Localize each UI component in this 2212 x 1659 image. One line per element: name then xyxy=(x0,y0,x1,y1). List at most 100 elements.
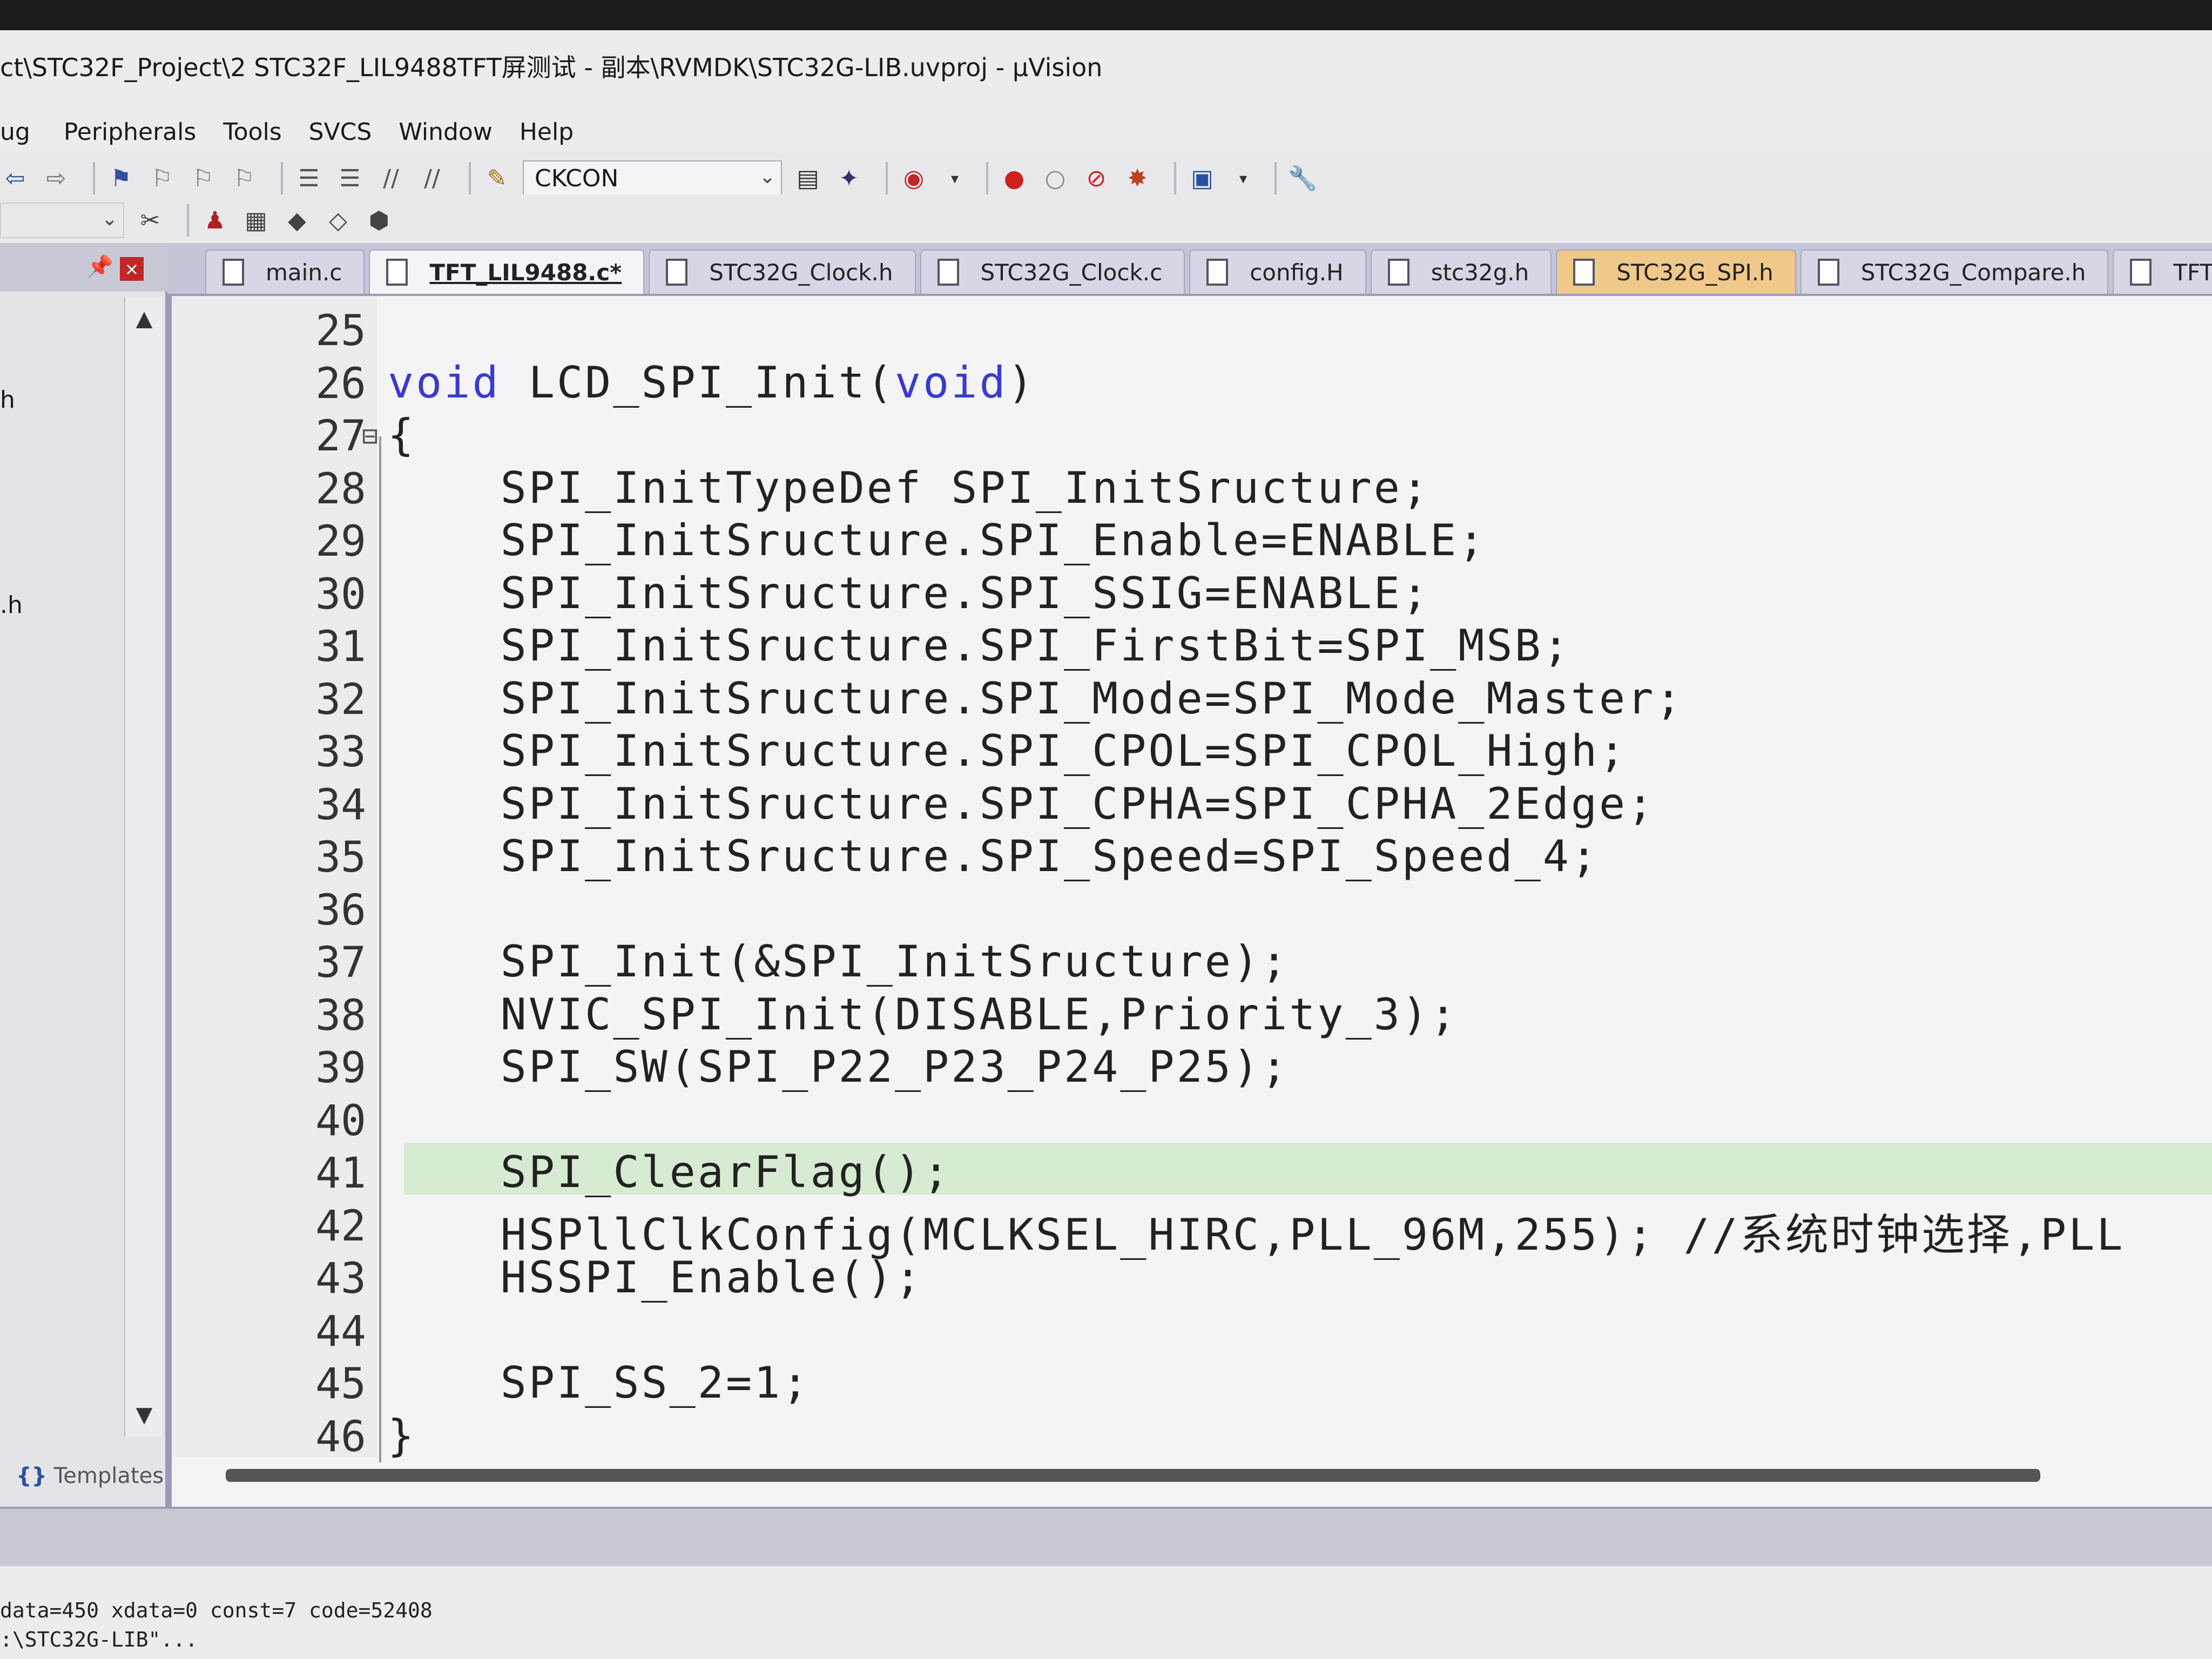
menu-help[interactable]: Help xyxy=(520,118,574,146)
code-line[interactable]: SPI_SW(SPI_P22_P23_P24_P25); xyxy=(388,1042,1289,1092)
toolbar-separator xyxy=(886,162,888,194)
line-number: 31 xyxy=(315,623,366,671)
line-number: 29 xyxy=(315,517,366,566)
document-icon xyxy=(386,259,408,286)
tab-stc32g-clock-h[interactable]: STC32G_Clock.h xyxy=(649,249,916,294)
code-line[interactable]: SPI_InitSructure.SPI_FirstBit=SPI_MSB; xyxy=(388,621,1571,671)
editor-tab-bar: main.c TFT_LIL9488.c* STC32G_Clock.h STC… xyxy=(167,243,2212,294)
run-time-env-icon[interactable]: ⬢ xyxy=(364,205,394,235)
uncomment-icon[interactable]: // xyxy=(417,163,447,193)
chevron-down-icon[interactable]: ⌄ xyxy=(102,208,118,230)
breakpoint-disable-all-icon[interactable]: ⊘ xyxy=(1081,163,1111,193)
tab-config-h[interactable]: config.H xyxy=(1189,249,1366,294)
window-title: ct\STC32F_Project\2 STC32F_LIL9488TFT屏测试… xyxy=(0,53,1103,82)
window-layout-icon[interactable]: ▣ xyxy=(1187,163,1217,193)
pin-icon[interactable]: 📌 xyxy=(86,254,113,279)
line-number: 38 xyxy=(315,992,366,1040)
menu-tools[interactable]: Tools xyxy=(223,118,281,146)
code-line[interactable]: SPI_InitSructure.SPI_CPHA=SPI_CPHA_2Edge… xyxy=(388,779,1655,829)
chevron-down-icon[interactable]: ⌄ xyxy=(759,166,775,188)
comment-icon[interactable]: // xyxy=(376,163,406,193)
tab-main-c[interactable]: main.c xyxy=(205,249,365,294)
tab-stc32g-h[interactable]: stc32g.h xyxy=(1370,249,1552,294)
code-line[interactable]: void LCD_SPI_Init(void) xyxy=(388,358,1036,408)
code-line[interactable]: SPI_ClearFlag(); xyxy=(388,1147,951,1197)
code-line[interactable]: SPI_InitSructure.SPI_Enable=ENABLE; xyxy=(388,515,1486,565)
document-icon xyxy=(1387,259,1410,286)
toolbar-separator xyxy=(93,162,95,194)
document-icon xyxy=(937,259,959,286)
bookmark-prev-icon[interactable]: ⚐ xyxy=(147,163,177,193)
scroll-down-icon[interactable]: ▼ xyxy=(125,1393,163,1437)
menu-window[interactable]: Window xyxy=(399,118,493,146)
unindent-icon[interactable]: ☰ xyxy=(335,163,365,193)
tab-tft-lil9488-c[interactable]: TFT_LIL9488.c* xyxy=(369,249,645,294)
code-block-bar xyxy=(379,436,381,1462)
nav-forward-icon[interactable]: ⇨ xyxy=(41,163,71,193)
line-number: 41 xyxy=(315,1149,366,1198)
line-number: 40 xyxy=(315,1097,366,1145)
breakpoint-insert-icon[interactable]: ● xyxy=(999,163,1029,193)
code-line[interactable]: SPI_SS_2=1; xyxy=(388,1358,810,1408)
code-line[interactable]: } xyxy=(388,1411,416,1461)
manage-components-icon[interactable]: ♟ xyxy=(200,205,230,235)
screen-bezel xyxy=(0,0,2212,30)
target-options-icon[interactable]: ✂ xyxy=(135,205,165,235)
line-number: 45 xyxy=(315,1360,366,1408)
code-line[interactable]: NVIC_SPI_Init(DISABLE,Priority_3); xyxy=(388,989,1458,1040)
line-number: 42 xyxy=(315,1202,366,1251)
code-line[interactable]: SPI_Init(&SPI_InitSructure); xyxy=(388,936,1289,987)
browse-icon[interactable]: ✦ xyxy=(834,163,864,193)
templates-tab[interactable]: {} Templates xyxy=(16,1464,164,1488)
bookmark-clear-icon[interactable]: ⚐ xyxy=(229,163,259,193)
menu-svcs[interactable]: SVCS xyxy=(309,118,372,146)
target-combo[interactable]: CKCON ⌄ xyxy=(523,160,782,196)
document-icon xyxy=(1573,259,1595,286)
code-line[interactable]: SPI_InitSructure.SPI_Speed=SPI_Speed_4; xyxy=(388,831,1599,881)
tab-tft-lil9488-h[interactable]: TFT_LIL9488 xyxy=(2113,249,2212,294)
keyword: void xyxy=(388,358,501,408)
project-target-select[interactable]: ⌄ xyxy=(0,203,124,238)
configure-wrench-icon[interactable]: 🔧 xyxy=(1287,163,1318,193)
templates-icon: {} xyxy=(16,1464,47,1488)
close-icon[interactable]: × xyxy=(120,257,144,281)
project-panel-scrollbar[interactable]: ▲ ▼ xyxy=(124,297,162,1437)
project-tree-item[interactable]: h xyxy=(0,386,15,414)
chevron-down-icon[interactable]: ▾ xyxy=(1228,163,1258,193)
toolbar-separator xyxy=(187,204,189,237)
file-extensions-icon[interactable]: ▦ xyxy=(241,205,271,235)
breakpoint-enable-icon[interactable]: ○ xyxy=(1040,163,1070,193)
line-number: 39 xyxy=(315,1044,366,1092)
editor-horizontal-scrollbar[interactable] xyxy=(226,1469,2040,1482)
line-number: 33 xyxy=(315,728,366,777)
line-number: 30 xyxy=(315,570,366,619)
tab-stc32g-compare-h[interactable]: STC32G_Compare.h xyxy=(1800,249,2109,294)
tab-stc32g-clock-c[interactable]: STC32G_Clock.c xyxy=(920,249,1185,294)
manage-packs-icon[interactable]: ◇ xyxy=(323,205,353,235)
indent-icon[interactable]: ☰ xyxy=(294,163,324,193)
select-packs-icon[interactable]: ◆ xyxy=(282,205,312,235)
line-number: 36 xyxy=(315,886,366,935)
menu-debug[interactable]: ug xyxy=(0,118,30,146)
code-line[interactable]: SPI_InitSructure.SPI_CPOL=SPI_CPOL_High; xyxy=(388,726,1627,776)
find-in-files-icon[interactable]: ✎ xyxy=(482,163,512,193)
bookmark-toggle-icon[interactable]: ⚑ xyxy=(106,163,136,193)
code-line[interactable]: SPI_InitSructure.SPI_SSIG=ENABLE; xyxy=(388,568,1430,618)
nav-back-icon[interactable]: ⇦ xyxy=(0,163,30,193)
code-line[interactable]: HSSPI_Enable(); xyxy=(388,1252,923,1303)
debug-session-icon[interactable]: ◉ xyxy=(899,163,929,193)
tab-stc32g-spi-h[interactable]: STC32G_SPI.h xyxy=(1556,249,1796,294)
code-line[interactable]: { xyxy=(388,410,416,460)
chevron-down-icon[interactable]: ▾ xyxy=(940,163,970,193)
bookmark-next-icon[interactable]: ⚐ xyxy=(188,163,218,193)
scroll-up-icon[interactable]: ▲ xyxy=(125,297,163,340)
project-tree-item[interactable]: .h xyxy=(0,591,23,619)
project-panel-header: 📌 × xyxy=(0,243,167,292)
menu-peripherals[interactable]: Peripherals xyxy=(64,118,196,146)
incremental-find-icon[interactable]: ▤ xyxy=(793,163,823,193)
code-line[interactable]: SPI_InitSructure.SPI_Mode=SPI_Mode_Maste… xyxy=(388,673,1684,724)
code-editor[interactable]: ⊟ 25 26 void LCD_SPI_Init(void) 27{28 SPI_I… xyxy=(167,294,2212,1507)
line-number: 46 xyxy=(315,1413,366,1461)
code-line[interactable]: SPI_InitTypeDef SPI_InitSructure; xyxy=(388,463,1430,513)
breakpoint-kill-all-icon[interactable]: ✸ xyxy=(1122,163,1152,193)
